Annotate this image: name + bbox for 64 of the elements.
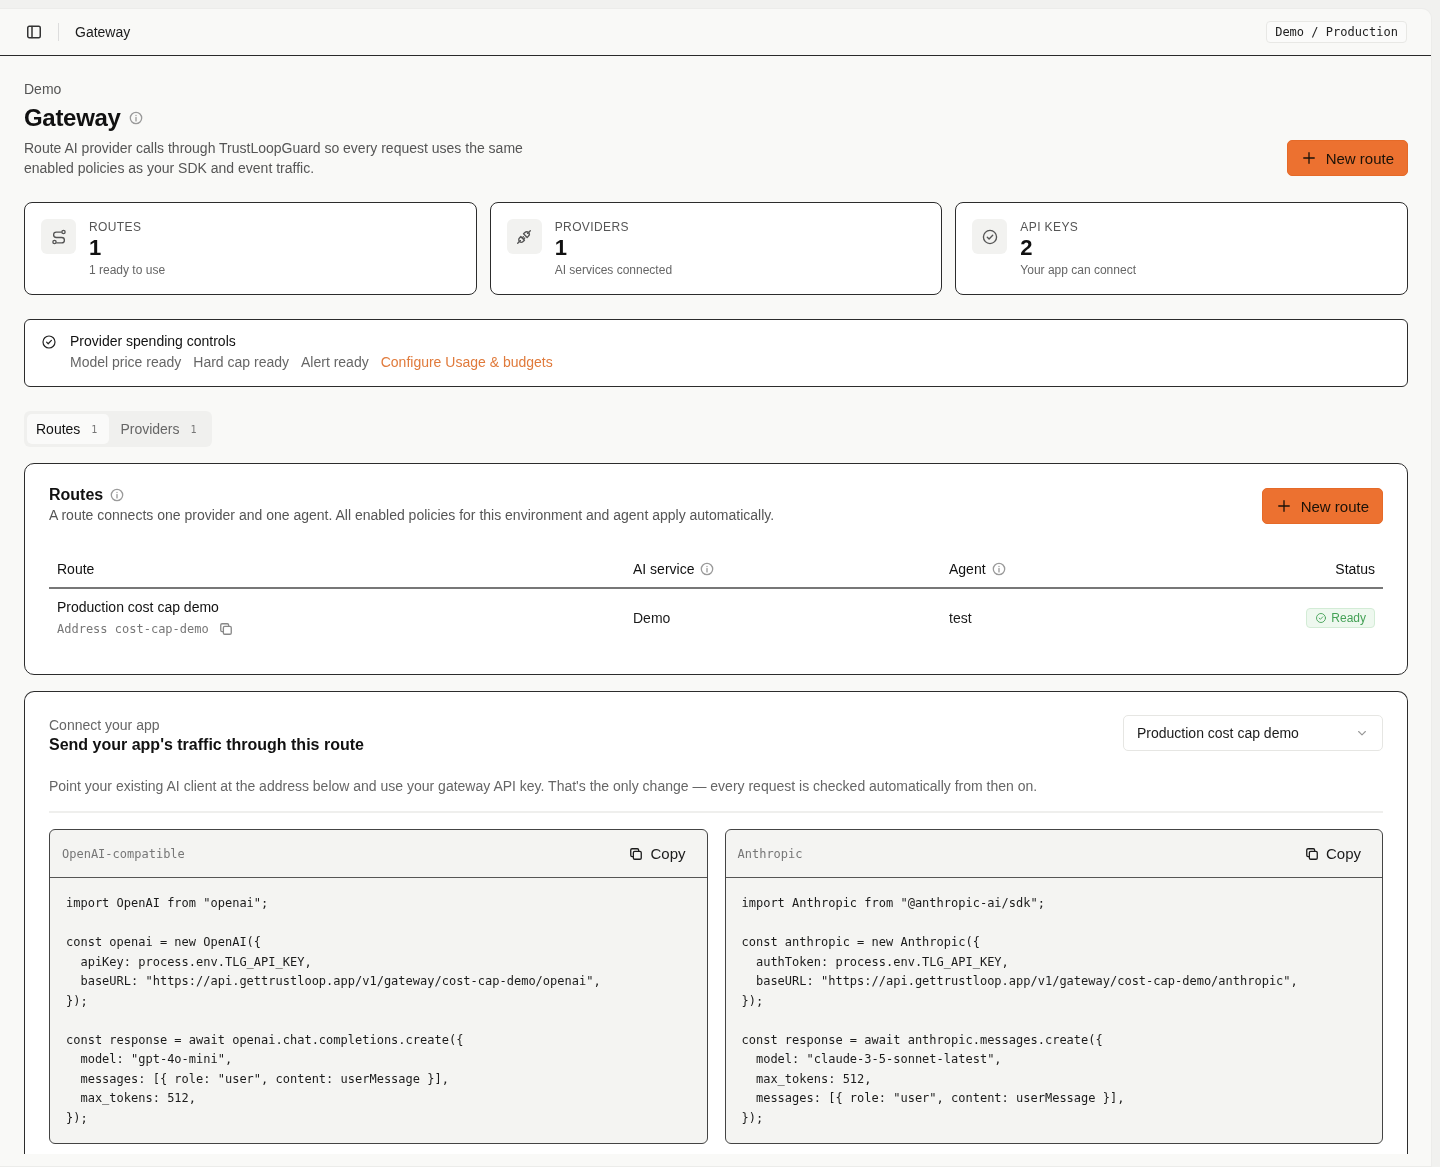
status-text: Model price ready: [70, 354, 182, 370]
code-text: import Anthropic from "@anthropic-ai/sdk"; const anthropic = new Anthropic({ authToken: process.env.TLG_API_KEY, baseURL: "https://api.gettrustloop.app/v1/gateway/cost-cap-demo/anthropic", }); const response = await anthropic.messages.create({ model: "claude-3-5-sonnet-latest", max_tokens: 512, messages: [{ role: "user", content: userMessage }], });: [740, 895, 1299, 1127]
panel-title: Provider spending controls: [70, 333, 237, 349]
section-heading: Routes: [49, 486, 104, 504]
page-title: Gateway: [75, 24, 131, 40]
copy-address-button[interactable]: [218, 622, 233, 636]
section-eyebrow: Connect your app: [49, 717, 161, 733]
check-circle-icon: [1315, 611, 1328, 624]
table-cell: test: [949, 609, 972, 626]
copy-button[interactable]: Copy: [629, 845, 686, 862]
info-icon: [991, 562, 1006, 576]
column-header: Status: [1335, 561, 1375, 577]
copy-icon: [629, 846, 644, 861]
page-description: Route AI provider calls through TrustLoopGuard so every request uses the same enabled policies as your SDK and event traffic.: [24, 139, 524, 178]
check-circle-icon: [41, 334, 57, 350]
page-heading: Gateway: [24, 104, 121, 132]
stat-value: 1: [554, 236, 568, 260]
stat-label: ROUTES: [89, 220, 143, 234]
column-header: Route: [57, 561, 95, 577]
sidebar-toggle-icon: [26, 24, 42, 40]
snippet-label: OpenAI-compatible: [62, 846, 185, 861]
route-select[interactable]: Production cost cap demo: [1123, 715, 1383, 751]
plus-icon: [1301, 151, 1316, 165]
tab-label: Routes: [36, 421, 81, 437]
copy-icon: [1304, 846, 1319, 861]
stat-caption: Your app can connect: [1020, 263, 1136, 277]
status-badge: Ready: [1306, 607, 1375, 628]
status-text: Alert ready: [301, 354, 369, 370]
info-icon: [700, 562, 715, 576]
stat-label: PROVIDERS: [554, 220, 630, 234]
stat-caption: AI services connected: [554, 263, 673, 277]
status-text: Hard cap ready: [193, 354, 289, 370]
info-icon: [128, 111, 143, 125]
snippet-label: Anthropic: [737, 846, 803, 861]
tab-count: 1: [91, 423, 98, 435]
check-circle-icon: [980, 227, 999, 246]
route-name: Production cost cap demo: [57, 599, 220, 615]
section-heading: Send your app's traffic through this route: [49, 736, 364, 754]
tab-count: 1: [190, 423, 197, 435]
column-header: Agent: [949, 561, 986, 577]
new-route-button[interactable]: New route: [1286, 140, 1408, 176]
plug-icon: [515, 227, 534, 246]
section-description: Point your existing AI client at the address below and use your gateway API key. That's the only change — every request is checked automatically from then on.: [49, 778, 1383, 813]
sidebar-toggle-button[interactable]: [26, 24, 42, 40]
stat-caption: 1 ready to use: [89, 263, 166, 277]
table-cell: Demo: [633, 609, 671, 626]
route-icon: [49, 227, 68, 246]
section-description: A route connects one provider and one agent. All enabled policies for this environment and agent apply automatically.: [49, 507, 775, 523]
code-text: import OpenAI from "openai"; const openai = new OpenAI({ apiKey: process.env.TLG_API_KEY, baseURL: "https://api.gettrustloop.app/v1/gateway/cost-cap-demo/openai", }); const response = await openai.chat.completions.create({ model: "gpt-4o-mini", messages: [{ role: "user", content: userMessage }], max_tokens: 512, });: [65, 895, 602, 1127]
stat-value: 1: [89, 236, 103, 260]
route-address: Address cost-cap-demo: [57, 622, 209, 636]
plus-icon: [1276, 499, 1291, 513]
copy-button[interactable]: Copy: [1304, 845, 1361, 862]
breadcrumb-text: Demo: [24, 81, 63, 97]
environment-breadcrumb[interactable]: Demo / Production: [1266, 21, 1407, 43]
stat-value: 2: [1020, 236, 1034, 260]
column-header: AI service: [633, 561, 695, 577]
tab-label: Providers: [120, 421, 180, 437]
new-route-button[interactable]: New route: [1261, 488, 1383, 524]
tab[interactable]: Providers 1: [111, 414, 209, 444]
info-icon: [110, 488, 125, 502]
copy-icon: [218, 622, 233, 636]
stat-label: API KEYS: [1020, 220, 1080, 234]
tab[interactable]: Routes 1: [27, 414, 110, 444]
